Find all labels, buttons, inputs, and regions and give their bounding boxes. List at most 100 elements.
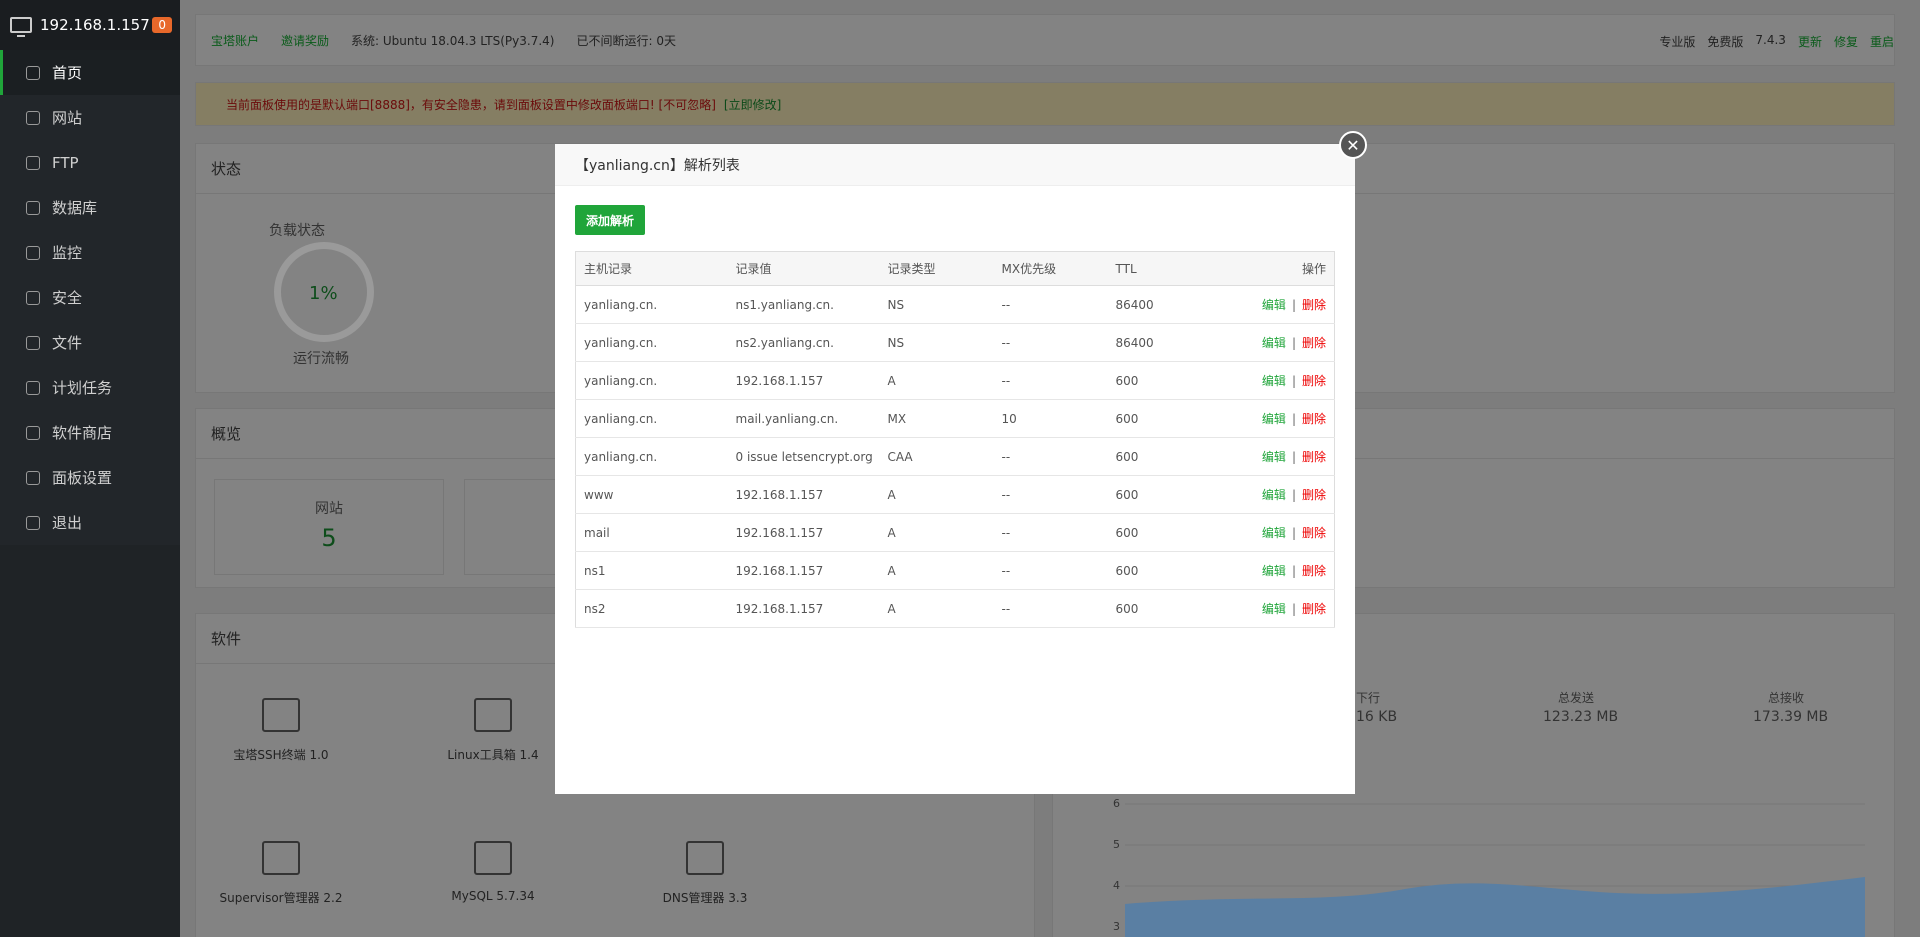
sidebar-item-settings[interactable]: 面板设置: [0, 455, 180, 500]
sent-value: 123.23 MB: [1543, 709, 1619, 725]
type-cell: NS: [879, 323, 994, 362]
table-row: ns1 192.168.1.157 A -- 600 编辑 | 删除: [575, 551, 1335, 590]
notification-badge[interactable]: 0: [152, 17, 172, 33]
table-row: ns2 192.168.1.157 A -- 600 编辑 | 删除: [575, 589, 1335, 628]
sidebar-item-website[interactable]: 网站: [0, 95, 180, 140]
site-count-card[interactable]: 网站 5: [214, 479, 444, 575]
modal-title: 【yanliang.cn】解析列表: [555, 144, 1355, 186]
sidebar-item-label: 数据库: [52, 199, 98, 217]
software-item[interactable]: MySQL 5.7.34: [408, 841, 578, 903]
host-cell: yanliang.cn.: [575, 285, 728, 324]
separator: |: [1291, 336, 1296, 350]
delete-link[interactable]: 删除: [1302, 450, 1326, 464]
edit-link[interactable]: 编辑: [1262, 564, 1286, 578]
sidebar-item-home[interactable]: 首页: [0, 50, 180, 95]
sidebar-item-ftp[interactable]: FTP: [0, 140, 180, 185]
traffic-area-chart: [1125, 803, 1865, 937]
actions-cell: 编辑 | 删除: [1207, 513, 1335, 552]
ttl-cell: 600: [1107, 475, 1208, 514]
edit-link[interactable]: 编辑: [1262, 602, 1286, 616]
edit-link[interactable]: 编辑: [1262, 336, 1286, 350]
software-item[interactable]: Linux工具箱 1.4: [408, 698, 578, 763]
sidebar-item-security[interactable]: 安全: [0, 275, 180, 320]
restart-link[interactable]: 重启: [1870, 33, 1894, 50]
mx-cell: --: [993, 475, 1108, 514]
edit-link[interactable]: 编辑: [1262, 450, 1286, 464]
delete-link[interactable]: 删除: [1302, 374, 1326, 388]
separator: |: [1291, 488, 1296, 502]
mx-cell: --: [993, 551, 1108, 590]
type-cell: A: [879, 551, 994, 590]
sidebar-item-label: FTP: [52, 153, 79, 172]
delete-link[interactable]: 删除: [1302, 602, 1326, 616]
sidebar-item-cron[interactable]: 计划任务: [0, 365, 180, 410]
sidebar-item-database[interactable]: 数据库: [0, 185, 180, 230]
software-label: Linux工具箱 1.4: [447, 748, 539, 762]
software-item[interactable]: Supervisor管理器 2.2: [196, 841, 366, 906]
edit-link[interactable]: 编辑: [1262, 298, 1286, 312]
recv-label: 总接收: [1768, 691, 1805, 705]
software-item[interactable]: DNS管理器 3.3: [620, 841, 790, 906]
delete-link[interactable]: 删除: [1302, 564, 1326, 578]
down-label: 下行: [1356, 691, 1381, 705]
delete-link[interactable]: 删除: [1302, 526, 1326, 540]
table-row: yanliang.cn. ns1.yanliang.cn. NS -- 86400 编辑 |…: [575, 285, 1335, 324]
edit-link[interactable]: 编辑: [1262, 412, 1286, 426]
version-controls: 专业版 免费版 7.4.3 更新 修复 重启: [1659, 33, 1894, 50]
ttl-cell: 600: [1107, 399, 1208, 438]
fix-now-link[interactable]: [立即修改]: [724, 96, 781, 113]
sidebar-item-label: 监控: [52, 244, 83, 262]
load-label: 负载状态: [269, 223, 325, 239]
sidebar-item-label: 网站: [52, 109, 83, 127]
actions-cell: 编辑 | 删除: [1207, 285, 1335, 324]
close-modal-button[interactable]: ✕: [1339, 131, 1367, 159]
host-cell: yanliang.cn.: [575, 437, 728, 476]
pro-badge[interactable]: 专业版: [1659, 33, 1695, 50]
software-label: 宝塔SSH终端 1.0: [233, 748, 329, 762]
sidebar-item-files[interactable]: 文件: [0, 320, 180, 365]
host-cell: www: [575, 475, 728, 514]
edit-link[interactable]: 编辑: [1262, 374, 1286, 388]
software-item[interactable]: 宝塔SSH终端 1.0: [196, 698, 366, 763]
sidebar-nav: 首页 网站 FTP 数据库 监控 安全 文件 计划任务 软件商店 面板设置 退出: [0, 50, 180, 545]
add-record-button[interactable]: 添加解析: [575, 205, 645, 235]
edit-link[interactable]: 编辑: [1262, 488, 1286, 502]
dns-records-table: 主机记录 记录值 记录类型 MX优先级 TTL 操作 yanliang.cn. n…: [575, 251, 1335, 628]
edit-link[interactable]: 编辑: [1262, 526, 1286, 540]
ttl-cell: 600: [1107, 589, 1208, 628]
mx-cell: --: [993, 513, 1108, 552]
delete-link[interactable]: 删除: [1302, 298, 1326, 312]
account-link[interactable]: 宝塔账户: [211, 32, 259, 49]
sidebar-item-logout[interactable]: 退出: [0, 500, 180, 545]
invite-link[interactable]: 邀请奖励: [281, 32, 329, 49]
ftp-icon: [26, 155, 40, 170]
actions-cell: 编辑 | 删除: [1207, 589, 1335, 628]
y-tick: 3: [1113, 920, 1120, 933]
table-row: yanliang.cn. ns2.yanliang.cn. NS -- 86400 编辑 |…: [575, 323, 1335, 362]
sidebar-item-monitor[interactable]: 监控: [0, 230, 180, 275]
mx-cell: --: [993, 437, 1108, 476]
home-icon: [26, 65, 40, 80]
actions-cell: 编辑 | 删除: [1207, 437, 1335, 476]
value-cell: 192.168.1.157: [727, 589, 880, 628]
server-ip: 192.168.1.157: [40, 16, 150, 34]
host-cell: mail: [575, 513, 728, 552]
table-row: yanliang.cn. 192.168.1.157 A -- 600 编辑 | 删除: [575, 361, 1335, 400]
host-cell: yanliang.cn.: [575, 361, 728, 400]
software-label: Supervisor管理器 2.2: [219, 891, 343, 905]
y-tick: 5: [1113, 838, 1120, 851]
delete-link[interactable]: 删除: [1302, 412, 1326, 426]
update-link[interactable]: 更新: [1798, 33, 1822, 50]
value-cell: ns2.yanliang.cn.: [727, 323, 880, 362]
separator: |: [1291, 602, 1296, 616]
repair-link[interactable]: 修复: [1834, 33, 1858, 50]
type-cell: A: [879, 513, 994, 552]
value-cell: 192.168.1.157: [727, 551, 880, 590]
sidebar-item-store[interactable]: 软件商店: [0, 410, 180, 455]
delete-link[interactable]: 删除: [1302, 488, 1326, 502]
ttl-cell: 600: [1107, 551, 1208, 590]
delete-link[interactable]: 删除: [1302, 336, 1326, 350]
separator: |: [1291, 564, 1296, 578]
type-cell: A: [879, 475, 994, 514]
type-cell: MX: [879, 399, 994, 438]
